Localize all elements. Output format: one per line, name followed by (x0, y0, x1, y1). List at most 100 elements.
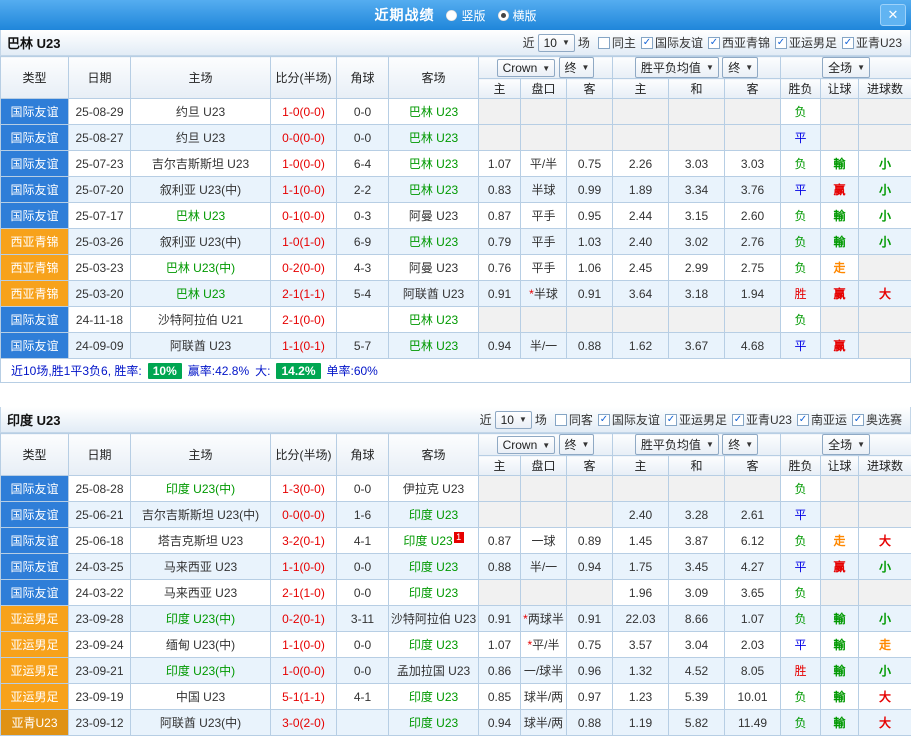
close-icon[interactable]: ✕ (880, 4, 906, 26)
team-name-link[interactable]: 约旦 U23 (176, 105, 225, 119)
avg-time-select[interactable]: 终▼ (722, 57, 758, 78)
home-team-cell[interactable]: 中国 U23 (131, 684, 271, 710)
score-cell[interactable]: 1-0(1-0) (271, 229, 337, 255)
team-name-link[interactable]: 印度 U23(中) (166, 482, 235, 496)
league-cell[interactable]: 亚运男足 (1, 684, 69, 710)
away-team-cell[interactable]: 伊拉克 U23 (389, 476, 479, 502)
score-cell[interactable]: 0-2(0-0) (271, 255, 337, 281)
away-team-cell[interactable]: 巴林 U23 (389, 307, 479, 333)
home-team-cell[interactable]: 吉尔吉斯斯坦 U23(中) (131, 502, 271, 528)
score-cell[interactable]: 1-0(0-0) (271, 99, 337, 125)
team-name-link[interactable]: 印度 U23 (409, 716, 458, 730)
away-team-cell[interactable]: 巴林 U23 (389, 333, 479, 359)
league-cell[interactable]: 西亚青锦 (1, 281, 69, 307)
filter-checkbox[interactable]: ✓亚青U23 (732, 411, 792, 428)
odds-company-select[interactable]: Crown▼ (497, 436, 556, 454)
away-team-cell[interactable]: 沙特阿拉伯 U23 (389, 606, 479, 632)
team-name-link[interactable]: 巴林 U23 (409, 105, 458, 119)
league-cell[interactable]: 西亚青锦 (1, 229, 69, 255)
home-team-cell[interactable]: 印度 U23(中) (131, 658, 271, 684)
away-team-cell[interactable]: 巴林 U23 (389, 99, 479, 125)
odds-time-select[interactable]: 终▼ (559, 57, 595, 78)
score-cell[interactable]: 3-0(2-0) (271, 710, 337, 736)
away-team-cell[interactable]: 印度 U23 (389, 684, 479, 710)
home-team-cell[interactable]: 阿联酋 U23(中) (131, 710, 271, 736)
away-team-cell[interactable]: 阿曼 U23 (389, 255, 479, 281)
team-name-link[interactable]: 印度 U23 (409, 560, 458, 574)
league-cell[interactable]: 西亚青锦 (1, 255, 69, 281)
away-team-cell[interactable]: 巴林 U23 (389, 151, 479, 177)
home-team-cell[interactable]: 马来西亚 U23 (131, 554, 271, 580)
odds-company-select[interactable]: Crown▼ (497, 59, 556, 77)
team-name-link[interactable]: 印度 U23 (409, 638, 458, 652)
filter-checkbox[interactable]: ✓亚运男足 (665, 411, 727, 428)
score-cell[interactable]: 0-0(0-0) (271, 125, 337, 151)
filter-checkbox[interactable]: ✓国际友谊 (598, 411, 660, 428)
filter-checkbox[interactable]: ✓亚运男足 (775, 34, 837, 51)
team-name-link[interactable]: 阿曼 U23 (409, 261, 458, 275)
radio-horizontal-layout[interactable]: 横版 (498, 7, 537, 24)
team-name-link[interactable]: 印度 U23 (409, 690, 458, 704)
team-name-link[interactable]: 沙特阿拉伯 U21 (158, 313, 243, 327)
league-cell[interactable]: 国际友谊 (1, 333, 69, 359)
team-name-link[interactable]: 印度 U23 (409, 586, 458, 600)
team-name-link[interactable]: 巴林 U23 (176, 209, 225, 223)
home-team-cell[interactable]: 约旦 U23 (131, 99, 271, 125)
team-name-link[interactable]: 阿曼 U23 (409, 209, 458, 223)
home-team-cell[interactable]: 沙特阿拉伯 U21 (131, 307, 271, 333)
team-name-link[interactable]: 马来西亚 U23 (164, 560, 237, 574)
filter-checkbox[interactable]: ✓亚青U23 (842, 34, 902, 51)
score-cell[interactable]: 3-2(0-1) (271, 528, 337, 554)
team-name-link[interactable]: 阿联酋 U23 (170, 339, 231, 353)
league-cell[interactable]: 国际友谊 (1, 554, 69, 580)
home-team-cell[interactable]: 吉尔吉斯斯坦 U23 (131, 151, 271, 177)
avg-select[interactable]: 胜平负均值▼ (635, 57, 719, 78)
team-name-link[interactable]: 中国 U23 (176, 690, 225, 704)
avg-time-select[interactable]: 终▼ (722, 434, 758, 455)
scope-select[interactable]: 全场▼ (822, 434, 870, 455)
home-team-cell[interactable]: 缅甸 U23(中) (131, 632, 271, 658)
team-name-link[interactable]: 巴林 U23 (409, 235, 458, 249)
away-team-cell[interactable]: 印度 U23 (389, 632, 479, 658)
team-name-link[interactable]: 巴林 U23(中) (166, 261, 235, 275)
score-cell[interactable]: 1-0(0-0) (271, 658, 337, 684)
team-name-link[interactable]: 印度 U23(中) (166, 664, 235, 678)
league-cell[interactable]: 国际友谊 (1, 307, 69, 333)
away-team-cell[interactable]: 印度 U23 (389, 502, 479, 528)
score-cell[interactable]: 1-1(0-1) (271, 333, 337, 359)
filter-checkbox[interactable]: ✓国际友谊 (641, 34, 703, 51)
team-name-link[interactable]: 巴林 U23 (409, 131, 458, 145)
score-cell[interactable]: 1-1(0-0) (271, 177, 337, 203)
home-team-cell[interactable]: 巴林 U23(中) (131, 255, 271, 281)
home-team-cell[interactable]: 巴林 U23 (131, 281, 271, 307)
team-name-link[interactable]: 阿联酋 U23 (403, 287, 464, 301)
league-cell[interactable]: 国际友谊 (1, 177, 69, 203)
team-name-link[interactable]: 巴林 U23 (409, 313, 458, 327)
away-team-cell[interactable]: 印度 U23 (389, 710, 479, 736)
home-team-cell[interactable]: 印度 U23(中) (131, 476, 271, 502)
score-cell[interactable]: 0-0(0-0) (271, 502, 337, 528)
away-team-cell[interactable]: 巴林 U23 (389, 125, 479, 151)
league-cell[interactable]: 国际友谊 (1, 151, 69, 177)
home-team-cell[interactable]: 叙利亚 U23(中) (131, 177, 271, 203)
home-team-cell[interactable]: 巴林 U23 (131, 203, 271, 229)
odds-time-select[interactable]: 终▼ (559, 434, 595, 455)
team-name-link[interactable]: 巴林 U23 (409, 157, 458, 171)
league-cell[interactable]: 国际友谊 (1, 580, 69, 606)
team-name-link[interactable]: 缅甸 U23(中) (166, 638, 235, 652)
radio-vertical-layout[interactable]: 竖版 (446, 7, 485, 24)
avg-select[interactable]: 胜平负均值▼ (635, 434, 719, 455)
score-cell[interactable]: 1-1(0-0) (271, 554, 337, 580)
home-team-cell[interactable]: 印度 U23(中) (131, 606, 271, 632)
score-cell[interactable]: 2-1(1-1) (271, 281, 337, 307)
team-name-link[interactable]: 叙利亚 U23(中) (160, 235, 241, 249)
home-team-cell[interactable]: 约旦 U23 (131, 125, 271, 151)
league-cell[interactable]: 亚运男足 (1, 606, 69, 632)
recent-count-select[interactable]: 10 ▼ (538, 34, 575, 52)
league-cell[interactable]: 亚运男足 (1, 658, 69, 684)
team-name-link[interactable]: 巴林 U23 (409, 183, 458, 197)
team-name-link[interactable]: 印度 U23 (403, 534, 452, 548)
score-cell[interactable]: 1-0(0-0) (271, 151, 337, 177)
team-name-link[interactable]: 伊拉克 U23 (403, 482, 464, 496)
score-cell[interactable]: 0-2(0-1) (271, 606, 337, 632)
